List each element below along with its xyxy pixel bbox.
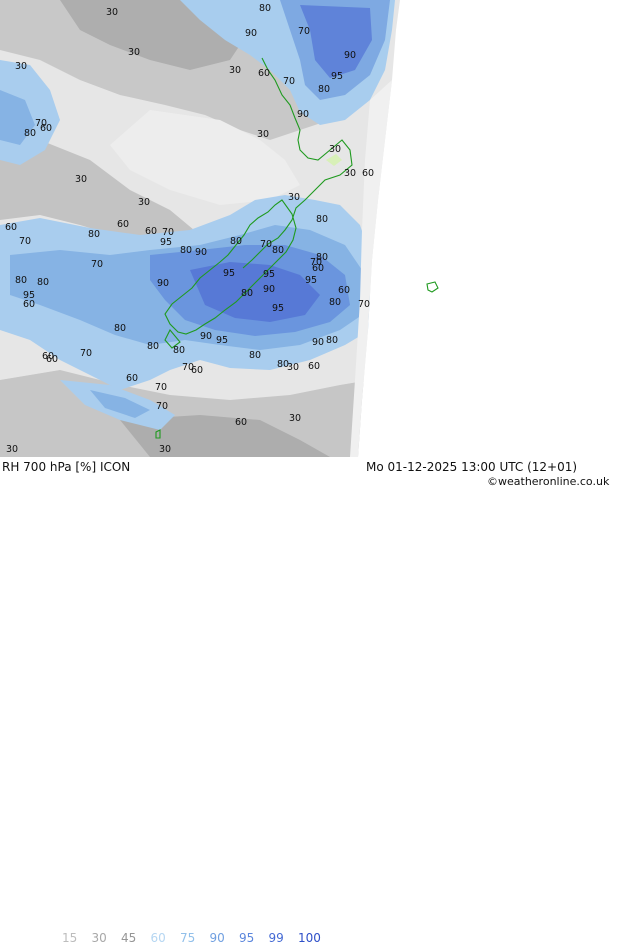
contour-label: 30 [289,413,301,424]
contour-label: 95 [223,268,235,279]
legend-entry: 75 [180,931,196,945]
contour-label: 95 [272,303,284,314]
outside-domain [358,0,634,457]
legend-entry: 30 [91,931,107,945]
legend-entry: 90 [209,931,225,945]
contour-label: 30 [15,61,27,72]
contour-label: 80 [24,128,36,139]
contour-label: 30 [257,129,269,140]
legend-entry: 100 [298,931,321,945]
contour-label: 90 [297,109,309,120]
contour-label: 90 [195,247,207,258]
contour-label: 70 [358,299,370,310]
contour-label: 60 [40,123,52,134]
contour-label: 90 [245,28,257,39]
contour-label: 80 [114,323,126,334]
color-legend: 15 30 45 60 75 90 95 99 100 [62,931,328,945]
contour-label: 80 [316,214,328,225]
contour-label: 30 [6,444,18,455]
contour-label: 80 [272,245,284,256]
contour-label: 30 [344,168,356,179]
contour-label: 30 [329,144,341,155]
contour-label: 80 [249,350,261,361]
contour-label: 30 [138,197,150,208]
contour-label: 80 [241,288,253,299]
contour-label: 70 [260,239,272,250]
legend-entry: 45 [121,931,137,945]
contour-label: 60 [126,373,138,384]
contour-label: 70 [310,257,322,268]
rh-700hpa-map: 30 80 70 90 30 90 95 30 60 70 80 30 90 70 60 80 30 30 30 60… [0,0,634,457]
contour-label: 70 [155,382,167,393]
contour-label: 30 [75,174,87,185]
contour-label: 95 [216,335,228,346]
contour-label: 80 [37,277,49,288]
contour-label: 30 [106,7,118,18]
contour-label: 70 [283,76,295,87]
contour-label: 80 [147,341,159,352]
contour-label: 30 [229,65,241,76]
legend-entry: 95 [239,931,255,945]
legend-entry: 15 [62,931,78,945]
contour-label: 80 [277,359,289,370]
contour-label: 80 [259,3,271,14]
legend-entry: 60 [150,931,166,945]
contour-label: 70 [156,401,168,412]
contour-label: 60 [338,285,350,296]
contour-label: 70 [80,348,92,359]
contour-label: 95 [263,269,275,280]
credit-link[interactable]: ©weatheronline.co.uk [487,475,609,488]
contour-label: 95 [305,275,317,286]
legend-entry: 99 [268,931,284,945]
contour-label: 90 [200,331,212,342]
contour-label: 30 [288,192,300,203]
contour-label: 80 [180,245,192,256]
contour-label: 80 [329,297,341,308]
contour-label: 60 [145,226,157,237]
map-title: RH 700 hPa [%] ICON [2,460,131,474]
contour-label: 70 [91,259,103,270]
contour-label: 60 [191,365,203,376]
contour-label: 80 [173,345,185,356]
contour-label: 60 [117,219,129,230]
contour-label: 60 [362,168,374,179]
contour-label: 80 [326,335,338,346]
map-canvas: 30 80709030 909530 6070803090706080 303030 60… [0,0,634,457]
contour-label: 80 [318,84,330,95]
contour-label: 60 [308,361,320,372]
contour-label: 70 [19,236,31,247]
contour-label: 95 [331,71,343,82]
map-datetime: Mo 01-12-2025 13:00 UTC (12+01) [366,460,578,474]
contour-label: 90 [312,337,324,348]
contour-label: 95 [23,290,35,301]
contour-label: 95 [160,237,172,248]
contour-label: 60 [235,417,247,428]
contour-label: 90 [344,50,356,61]
contour-label: 30 [159,444,171,455]
map-footer: RH 700 hPa [%] ICON Mo 01-12-2025 13:00 … [0,457,634,945]
contour-label: 80 [88,229,100,240]
contour-label: 80 [230,236,242,247]
contour-label: 60 [258,68,270,79]
contour-label: 60 [5,222,17,233]
contour-label: 70 [298,26,310,37]
contour-label: 90 [157,278,169,289]
contour-label: 30 [128,47,140,58]
contour-label: 90 [263,284,275,295]
contour-label: 60 [42,351,54,362]
contour-label: 80 [15,275,27,286]
